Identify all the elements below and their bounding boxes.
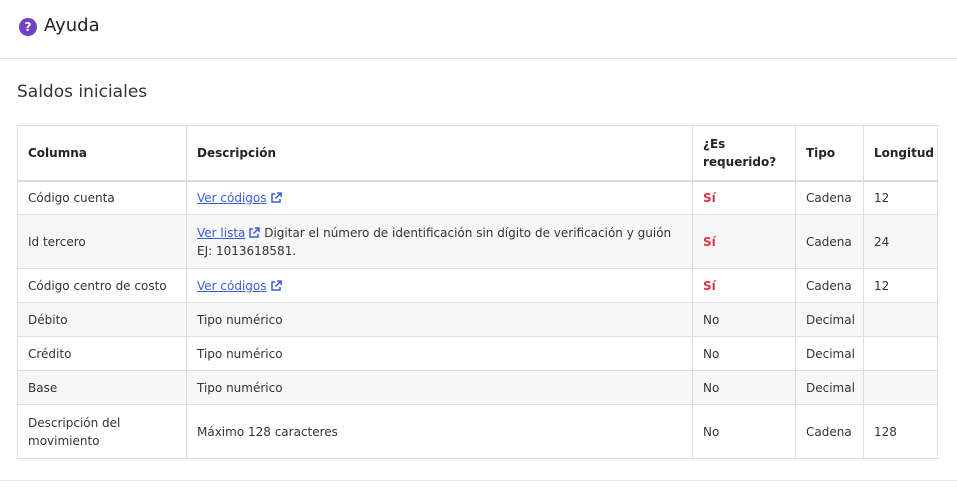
- cell-descripcion: Ver lista Digitar el número de identific…: [186, 214, 693, 269]
- cell-columna: Código centro de costo: [17, 268, 187, 303]
- header-descripcion: Descripción: [186, 125, 693, 182]
- cell-columna: Código cuenta: [17, 180, 187, 215]
- cell-tipo: Cadena: [795, 268, 864, 303]
- cell-requerido: No: [692, 302, 796, 337]
- table-header-row: Columna Descripción ¿Es requerido? Tipo …: [17, 125, 938, 182]
- ver-codigos-link[interactable]: Ver códigos: [197, 279, 282, 293]
- external-link-icon: [270, 279, 282, 291]
- cell-requerido: Sí: [692, 268, 796, 303]
- header-longitud: Longitud: [863, 125, 938, 182]
- cell-tipo: Cadena: [795, 214, 864, 269]
- cell-descripcion: Máximo 128 caracteres: [186, 404, 693, 459]
- help-header: ? Ayuda: [0, 0, 957, 59]
- external-link-icon: [270, 192, 282, 203]
- section-title: Saldos iniciales: [17, 82, 148, 102]
- cell-descripcion: Tipo numérico: [186, 336, 693, 371]
- ver-lista-link[interactable]: Ver lista: [197, 225, 261, 240]
- divider: [0, 480, 957, 481]
- cell-longitud: [863, 336, 938, 371]
- cell-tipo: Decimal: [795, 302, 864, 337]
- cell-descripcion-text: Digitar el número de identificación sin …: [197, 225, 672, 258]
- cell-columna: Descripción del movimiento: [17, 404, 187, 459]
- link-label: Ver códigos: [197, 278, 267, 293]
- cell-descripcion: Ver códigos: [186, 268, 693, 303]
- external-link-icon: [249, 226, 261, 238]
- header-columna: Columna: [17, 125, 187, 182]
- header-requerido: ¿Es requerido?: [692, 125, 796, 182]
- page-title: Ayuda: [44, 15, 100, 36]
- cell-longitud: 24: [863, 214, 938, 269]
- cell-longitud: 12: [863, 268, 938, 303]
- link-label: Ver lista: [197, 225, 246, 240]
- cell-tipo: Cadena: [795, 180, 864, 215]
- cell-tipo: Decimal: [795, 370, 864, 405]
- cell-requerido: No: [692, 336, 796, 371]
- link-label: Ver códigos: [197, 190, 267, 205]
- ver-codigos-link[interactable]: Ver códigos: [197, 191, 282, 205]
- cell-tipo: Cadena: [795, 404, 864, 459]
- table-row: Base Tipo numérico No Decimal: [17, 370, 938, 405]
- cell-longitud: [863, 370, 938, 405]
- cell-requerido: No: [692, 370, 796, 405]
- cell-columna: Débito: [17, 302, 187, 337]
- table-row: Débito Tipo numérico No Decimal: [17, 302, 938, 337]
- question-circle-icon: ?: [19, 18, 37, 36]
- cell-tipo: Decimal: [795, 336, 864, 371]
- header-requerido-line1: ¿Es: [703, 136, 726, 151]
- cell-requerido: Sí: [692, 214, 796, 269]
- cell-requerido: No: [692, 404, 796, 459]
- cell-longitud: 128: [863, 404, 938, 459]
- cell-columna: Base: [17, 370, 187, 405]
- header-tipo: Tipo: [795, 125, 864, 182]
- cell-requerido: Sí: [692, 180, 796, 215]
- help-table: Columna Descripción ¿Es requerido? Tipo …: [17, 125, 938, 459]
- cell-descripcion: Ver códigos: [186, 180, 693, 215]
- table-row: Id tercero Ver lista Digitar el número d…: [17, 214, 938, 269]
- cell-longitud: [863, 302, 938, 337]
- cell-columna: Id tercero: [17, 214, 187, 269]
- header-requerido-line2: requerido?: [703, 154, 777, 169]
- table-row: Descripción del movimiento Máximo 128 ca…: [17, 404, 938, 459]
- cell-descripcion: Tipo numérico: [186, 370, 693, 405]
- table-row: Crédito Tipo numérico No Decimal: [17, 336, 938, 371]
- cell-longitud: 12: [863, 180, 938, 215]
- cell-descripcion: Tipo numérico: [186, 302, 693, 337]
- table-row: Código cuenta Ver códigos Sí Cadena 12: [17, 180, 938, 215]
- cell-columna: Crédito: [17, 336, 187, 371]
- table-row: Código centro de costo Ver códigos Sí Ca…: [17, 268, 938, 303]
